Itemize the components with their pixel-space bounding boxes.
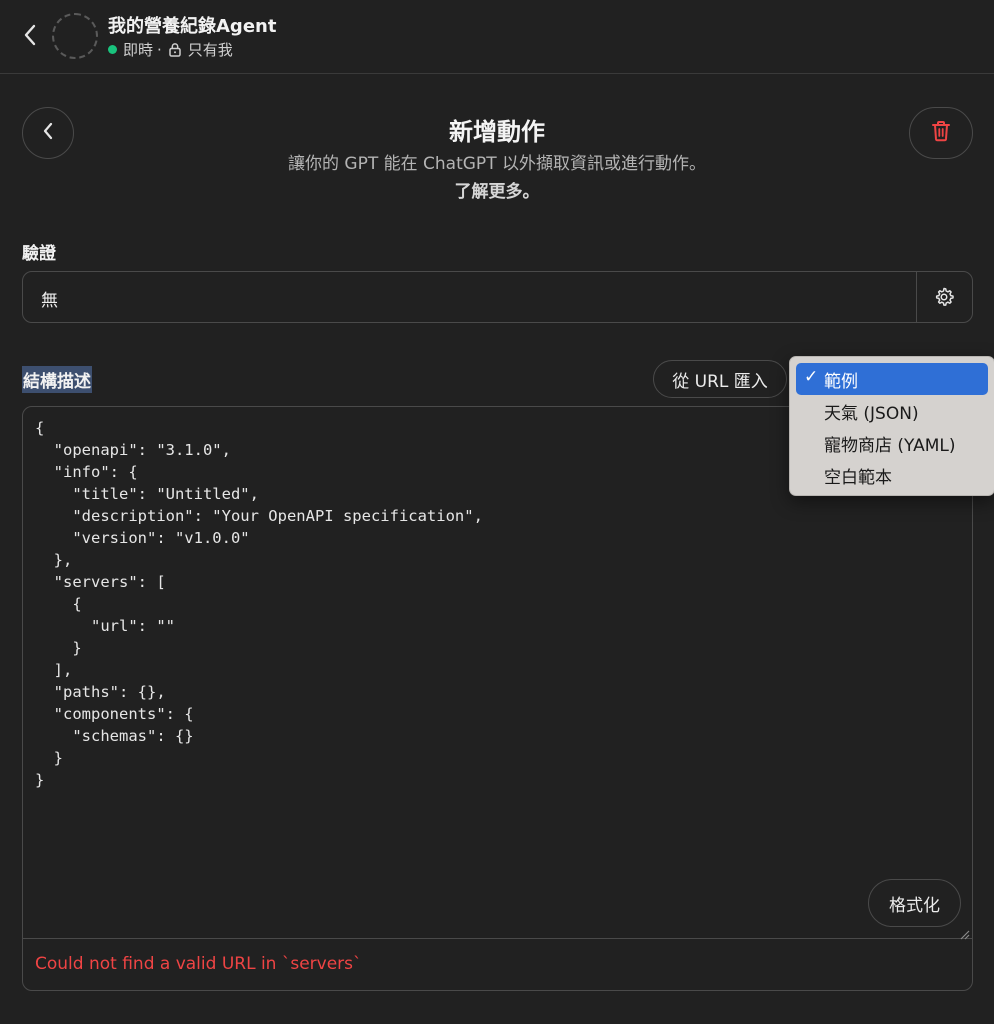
agent-avatar	[52, 13, 98, 59]
visibility-text: 只有我	[187, 41, 233, 59]
import-from-url-button[interactable]: 從 URL 匯入	[653, 360, 787, 398]
menu-item-pet-store-yaml[interactable]: 寵物商店 (YAML)	[796, 427, 988, 459]
schema-code[interactable]: { "openapi": "3.1.0", "info": { "title":…	[35, 417, 483, 791]
page-title: 新增動作	[449, 118, 545, 146]
schema-error-message: Could not find a valid URL in `servers`	[35, 954, 362, 974]
live-status-dot	[108, 45, 117, 54]
menu-item-label: 天氣 (JSON)	[824, 403, 919, 424]
menu-item-label: 範例	[824, 371, 858, 392]
status-separator: ·	[157, 40, 162, 59]
resize-handle-icon[interactable]	[958, 925, 970, 940]
menu-item-blank-template[interactable]: 空白範本	[796, 459, 988, 491]
menu-item-label: 空白範本	[824, 467, 892, 488]
learn-more-link[interactable]: 了解更多。	[0, 177, 994, 202]
chevron-left-icon[interactable]	[18, 22, 42, 48]
top-bar: 我的營養紀錄Agent 即時 · 只有我	[0, 0, 994, 74]
menu-item-label: 寵物商店 (YAML)	[824, 435, 956, 456]
examples-dropdown-menu: ✓ 範例 天氣 (JSON) 寵物商店 (YAML) 空白範本	[789, 356, 994, 496]
trash-icon	[931, 120, 951, 146]
authentication-field[interactable]: 無	[22, 271, 973, 323]
authentication-label: 驗證	[22, 244, 56, 264]
format-button[interactable]: 格式化	[868, 879, 961, 927]
menu-item-example[interactable]: ✓ 範例	[796, 363, 988, 395]
checkmark-icon: ✓	[804, 367, 819, 387]
menu-item-weather-json[interactable]: 天氣 (JSON)	[796, 395, 988, 427]
delete-button[interactable]	[909, 107, 973, 159]
gear-icon[interactable]	[916, 272, 972, 322]
page-subtitle: 讓你的 GPT 能在 ChatGPT 以外擷取資訊或進行動作。	[288, 154, 706, 174]
agent-status-line: 即時 · 只有我	[108, 39, 233, 60]
agent-name: 我的營養紀錄Agent	[108, 16, 277, 37]
authentication-value: 無	[41, 291, 58, 311]
status-text: 即時	[123, 41, 154, 59]
schema-label: 結構描述	[22, 366, 92, 393]
lock-icon	[168, 42, 182, 57]
